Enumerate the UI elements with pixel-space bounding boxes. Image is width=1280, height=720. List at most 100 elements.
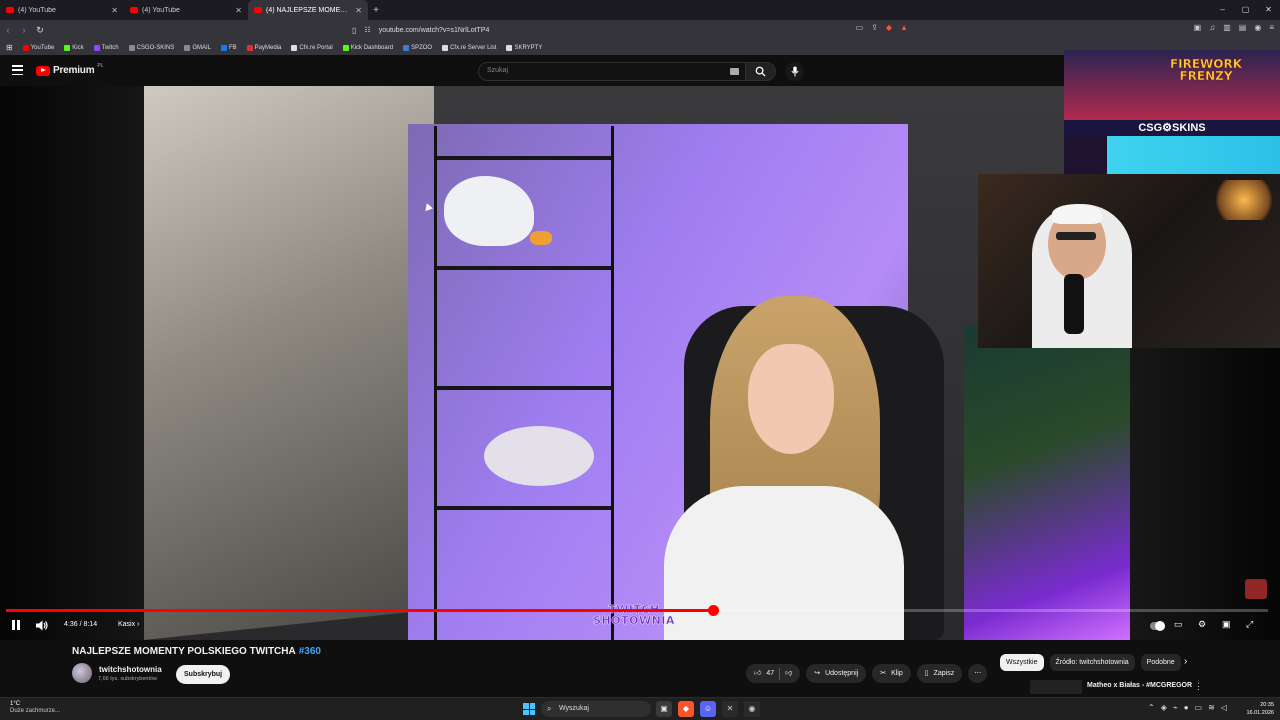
wallet-icon[interactable]: ▣ xyxy=(1194,23,1202,32)
bookmark-item[interactable]: FB xyxy=(221,44,237,51)
more-actions-button[interactable]: ⋯ xyxy=(968,664,988,683)
bookmark-item[interactable]: Kick xyxy=(64,44,84,51)
close-tab-icon[interactable]: ✕ xyxy=(355,6,362,15)
new-tab-button[interactable]: + xyxy=(368,5,384,16)
sidebar-icon[interactable]: ▥ xyxy=(1223,23,1231,32)
clock-date: 16.01.2026 xyxy=(1246,710,1274,716)
recommended-thumbnail[interactable] xyxy=(1030,680,1082,694)
browser-tab-active[interactable]: (4) NAJLEPSZE MOMENTY PL✕ xyxy=(248,0,368,20)
channel-avatar[interactable] xyxy=(72,663,92,683)
youtube-premium-logo[interactable]: Premium PL xyxy=(36,62,104,76)
bookmark-item[interactable]: CSGO-SKINS xyxy=(128,44,174,51)
clock[interactable]: 20:35 16.01.2026 xyxy=(1240,701,1274,717)
related-filter-chips: Wszystkie Źródło: twitchshotownia Podobn… xyxy=(1000,654,1181,671)
url-field[interactable]: ▯ ☷ youtube.com/watch?v=s1NrlLotTP4 xyxy=(352,23,912,37)
search-button[interactable] xyxy=(746,62,776,81)
bookmark-item[interactable]: PayMedia xyxy=(246,44,281,51)
subscribe-button[interactable]: Subskrybuj xyxy=(176,665,231,684)
weather-desc: Duże zachmurze... xyxy=(10,708,61,714)
miniplayer-icon[interactable]: ▣ xyxy=(1222,619,1231,630)
maximize-button[interactable]: ▢ xyxy=(1234,0,1257,20)
bookmark-item[interactable]: Cfx.re Server List xyxy=(442,44,496,51)
share-icon[interactable]: ⇪ xyxy=(871,23,878,32)
hamburger-menu-icon[interactable] xyxy=(12,65,23,75)
dislike-button[interactable]: 👎︎ xyxy=(785,664,792,683)
discord-icon[interactable]: ☺ xyxy=(700,701,716,717)
tabs-icon[interactable]: ▤ xyxy=(1239,23,1247,32)
fullscreen-icon[interactable]: ⤢ xyxy=(1246,619,1253,630)
browser-tab[interactable]: (4) YouTube ✕ xyxy=(0,0,124,20)
progress-bar[interactable] xyxy=(6,605,1268,616)
vpn-icon[interactable]: ◉ xyxy=(1254,23,1261,32)
chip-source[interactable]: Źródło: twitchshotownia xyxy=(1049,654,1135,671)
close-tab-icon[interactable]: ✕ xyxy=(235,6,242,15)
channel-name[interactable]: twitchshotownia xyxy=(99,665,162,674)
minimize-button[interactable]: – xyxy=(1211,0,1234,20)
bookmark-item[interactable]: SKRYPTY xyxy=(506,44,543,51)
subtitles-icon[interactable]: ▭ xyxy=(1174,619,1183,630)
more-vertical-icon[interactable]: ⋮ xyxy=(1194,681,1203,692)
voice-search-button[interactable] xyxy=(785,62,804,81)
wifi-icon[interactable]: ≋ xyxy=(1208,703,1215,712)
chapter-button[interactable]: Kasix › xyxy=(118,621,139,628)
chevron-right-icon[interactable]: › xyxy=(1184,656,1187,667)
music-icon[interactable]: ♫ xyxy=(1209,23,1215,32)
weather-widget[interactable]: 1°C Duże zachmurze... xyxy=(10,701,60,715)
bookmark-item[interactable]: SPZOO xyxy=(403,44,432,51)
share-button[interactable]: ↪ Udostępnij xyxy=(806,664,867,683)
back-icon[interactable]: ‹ xyxy=(0,25,16,35)
settings-gear-icon[interactable]: ⚙ xyxy=(1198,619,1206,630)
forward-icon[interactable]: › xyxy=(16,25,32,35)
autoplay-toggle[interactable] xyxy=(1150,621,1165,631)
bookmark-page-icon[interactable]: ▯ xyxy=(352,26,356,35)
bookmark-item[interactable]: GMAIL xyxy=(184,44,211,51)
start-windows-icon[interactable] xyxy=(523,703,535,715)
logo-region: PL xyxy=(97,62,104,69)
hashtag-link[interactable]: #360 xyxy=(299,646,321,657)
display-icon[interactable]: ▭ xyxy=(1195,703,1203,712)
sponsor-overlay: FIREWORK FRENZY CSG⚙SKINS xyxy=(1064,50,1280,174)
bookmark-item[interactable]: Kick Dashboard xyxy=(342,44,393,51)
close-tab-icon[interactable]: ✕ xyxy=(111,6,118,15)
youtube-favicon-icon xyxy=(254,7,262,13)
cast-icon[interactable]: ▭ xyxy=(856,23,864,32)
shield-icon[interactable]: ◆ xyxy=(886,23,892,32)
bookmark-label: FB xyxy=(229,44,237,51)
network-icon[interactable]: ⌁ xyxy=(1173,703,1178,712)
chip-similar[interactable]: Podobne xyxy=(1140,654,1181,671)
clip-button[interactable]: ✂ Klip xyxy=(872,664,911,683)
tray-app-icon[interactable]: ◈ xyxy=(1161,703,1167,712)
keyboard-icon[interactable] xyxy=(730,68,739,75)
video-blur-left xyxy=(0,86,144,640)
save-button[interactable]: ▯ Zapisz xyxy=(916,664,963,683)
browser-tab[interactable]: (4) YouTube ✕ xyxy=(124,0,248,20)
app-icon[interactable]: ✕ xyxy=(722,701,738,717)
chip-all[interactable]: Wszystkie xyxy=(1000,654,1044,671)
apps-grid-icon[interactable]: ⊞ xyxy=(6,43,13,52)
task-view-icon[interactable]: ▣ xyxy=(656,701,672,717)
reload-icon[interactable]: ↻ xyxy=(32,25,48,36)
site-info-icon[interactable]: ☷ xyxy=(364,26,370,34)
obs-icon[interactable]: ◉ xyxy=(744,701,760,717)
mic-tray-icon[interactable]: ● xyxy=(1184,703,1189,712)
volume-icon[interactable] xyxy=(36,620,48,631)
taskbar-search[interactable]: ⌕ Wyszukaj xyxy=(541,701,651,717)
recommended-title[interactable]: Matheo x Białas - #MCGREGOR xyxy=(1087,682,1192,689)
brave-browser-icon[interactable]: ◆ xyxy=(678,701,694,717)
bookmark-item[interactable]: Cfx.re Portal xyxy=(291,44,333,51)
close-window-button[interactable]: ✕ xyxy=(1257,0,1280,20)
chevron-up-icon[interactable]: ⌃ xyxy=(1148,703,1155,712)
search-input[interactable]: Szukaj xyxy=(478,62,746,81)
bookmark-label: SKRYPTY xyxy=(514,44,543,51)
tab-title: (4) YouTube xyxy=(18,6,56,14)
bookmark-item[interactable]: YouTube xyxy=(22,44,54,51)
like-button[interactable]: 👍︎ 47 xyxy=(754,664,774,683)
menu-icon[interactable]: ≡ xyxy=(1269,23,1274,32)
divider xyxy=(779,667,781,680)
bookmark-item[interactable]: Twitch xyxy=(93,44,119,51)
recommended-video[interactable]: Matheo x Białas - #MCGREGOR ⋮ xyxy=(1030,680,1270,694)
speaker-icon[interactable]: ◁ xyxy=(1221,703,1227,712)
channel-watermark-icon[interactable] xyxy=(1245,579,1267,599)
rewards-icon[interactable]: ▲ xyxy=(900,23,908,32)
pause-icon[interactable] xyxy=(12,620,20,630)
